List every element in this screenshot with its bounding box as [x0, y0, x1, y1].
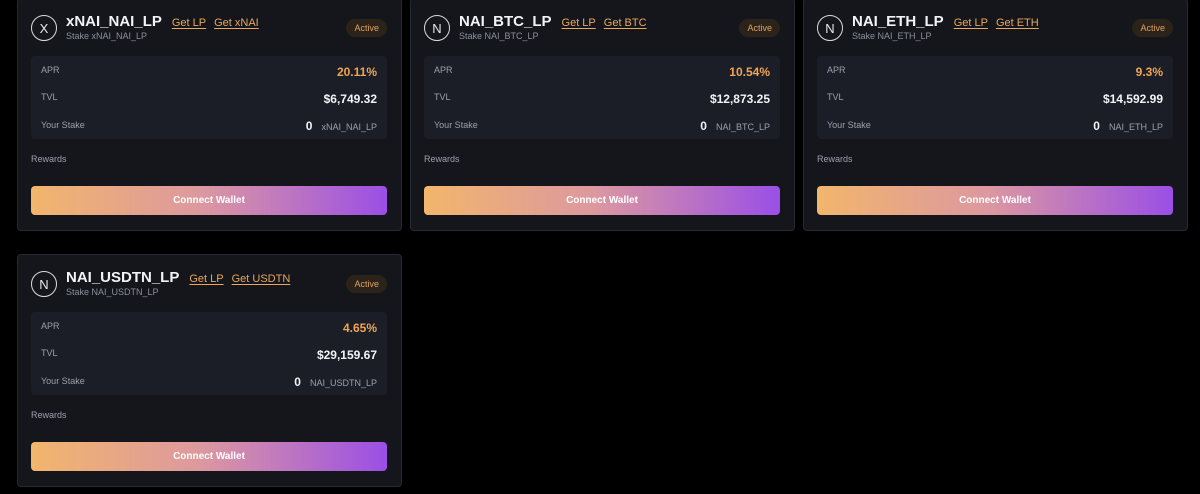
letter-circle-icon: N: [31, 271, 57, 297]
get-lp-link[interactable]: Get LP: [562, 17, 596, 29]
get-token-link[interactable]: Get ETH: [996, 17, 1039, 29]
your-stake-label: Your Stake: [41, 120, 85, 130]
tvl-value: $6,749.32: [323, 92, 377, 106]
pool-card-header: N NAI_ETH_LP Get LP Get ETH Stake NAI_ET…: [817, 13, 1173, 45]
pool-stats-panel: APR 9.3% TVL $14,592.99 Your Stake 0 NAI…: [817, 56, 1173, 139]
tvl-label: TVL: [41, 348, 58, 358]
pool-title: xNAI_NAI_LP: [66, 13, 162, 30]
letter-circle-icon: N: [424, 15, 450, 41]
tvl-value: $29,159.67: [316, 348, 377, 362]
apr-label: APR: [41, 321, 60, 331]
pool-subtitle: Stake xNAI_NAI_LP: [66, 31, 148, 41]
status-badge: Active: [346, 275, 387, 293]
your-stake-label: Your Stake: [434, 120, 478, 130]
your-stake-label: Your Stake: [41, 376, 85, 386]
get-lp-link[interactable]: Get LP: [954, 17, 988, 29]
your-stake-value: 0 NAI_USDTN_LP: [294, 375, 377, 389]
get-lp-link[interactable]: Get LP: [172, 17, 206, 29]
stake-token: NAI_ETH_LP: [1108, 122, 1163, 132]
stake-amount: 0: [700, 119, 707, 133]
apr-value: 10.54%: [729, 65, 770, 79]
connect-wallet-button[interactable]: Connect Wallet: [424, 186, 780, 215]
pool-subtitle: Stake NAI_BTC_LP: [459, 31, 539, 41]
connect-wallet-button[interactable]: Connect Wallet: [31, 442, 387, 471]
your-stake-value: 0 xNAI_NAI_LP: [306, 119, 377, 133]
pool-title-row: NAI_BTC_LP Get LP Get BTC: [459, 13, 647, 30]
get-lp-link[interactable]: Get LP: [189, 273, 223, 285]
stake-token: NAI_BTC_LP: [715, 122, 770, 132]
stake-amount: 0: [294, 375, 301, 389]
pool-grid: X xNAI_NAI_LP Get LP Get xNAI Stake xNAI…: [0, 0, 1200, 494]
apr-label: APR: [41, 65, 60, 75]
pool-title-row: NAI_USDTN_LP Get LP Get USDTN: [66, 269, 290, 286]
pool-card: N NAI_USDTN_LP Get LP Get USDTN Stake NA…: [17, 254, 402, 487]
tvl-label: TVL: [827, 92, 844, 102]
get-token-link[interactable]: Get USDTN: [232, 273, 291, 285]
pool-card: N NAI_ETH_LP Get LP Get ETH Stake NAI_ET…: [803, 0, 1188, 231]
stake-amount: 0: [1093, 119, 1100, 133]
pool-title: NAI_USDTN_LP: [66, 269, 180, 286]
stake-token: NAI_USDTN_LP: [309, 378, 377, 388]
rewards-label: Rewards: [31, 154, 67, 164]
apr-value: 20.11%: [336, 65, 377, 79]
your-stake-value: 0 NAI_BTC_LP: [700, 119, 770, 133]
apr-label: APR: [434, 65, 453, 75]
rewards-label: Rewards: [31, 410, 67, 420]
rewards-label: Rewards: [817, 154, 853, 164]
apr-label: APR: [827, 65, 846, 75]
connect-wallet-button[interactable]: Connect Wallet: [817, 186, 1173, 215]
status-badge: Active: [1132, 19, 1173, 37]
connect-wallet-button[interactable]: Connect Wallet: [31, 186, 387, 215]
your-stake-value: 0 NAI_ETH_LP: [1093, 119, 1163, 133]
pool-stats-panel: APR 20.11% TVL $6,749.32 Your Stake 0 xN…: [31, 56, 387, 139]
pool-subtitle: Stake NAI_USDTN_LP: [66, 287, 159, 297]
pool-card: X xNAI_NAI_LP Get LP Get xNAI Stake xNAI…: [17, 0, 402, 231]
pool-stats-panel: APR 10.54% TVL $12,873.25 Your Stake 0 N…: [424, 56, 780, 139]
tvl-value: $14,592.99: [1102, 92, 1163, 106]
apr-value: 4.65%: [342, 321, 377, 335]
pool-card: N NAI_BTC_LP Get LP Get BTC Stake NAI_BT…: [410, 0, 795, 231]
get-token-link[interactable]: Get BTC: [604, 17, 647, 29]
pool-title-row: xNAI_NAI_LP Get LP Get xNAI: [66, 13, 259, 30]
pool-stats-panel: APR 4.65% TVL $29,159.67 Your Stake 0 NA…: [31, 312, 387, 395]
letter-circle-icon: N: [817, 15, 843, 41]
pool-title: NAI_ETH_LP: [852, 13, 944, 30]
pool-title: NAI_BTC_LP: [459, 13, 552, 30]
rewards-label: Rewards: [424, 154, 460, 164]
apr-value: 9.3%: [1135, 65, 1163, 79]
status-badge: Active: [346, 19, 387, 37]
tvl-value: $12,873.25: [709, 92, 770, 106]
your-stake-label: Your Stake: [827, 120, 871, 130]
letter-circle-icon: X: [31, 15, 57, 41]
pool-card-header: X xNAI_NAI_LP Get LP Get xNAI Stake xNAI…: [31, 13, 387, 45]
stake-amount: 0: [305, 119, 313, 133]
pool-title-row: NAI_ETH_LP Get LP Get ETH: [852, 13, 1039, 30]
stake-token: xNAI_NAI_LP: [321, 122, 377, 132]
tvl-label: TVL: [434, 92, 451, 102]
get-token-link[interactable]: Get xNAI: [214, 17, 259, 29]
pool-card-header: N NAI_BTC_LP Get LP Get BTC Stake NAI_BT…: [424, 13, 780, 45]
pool-subtitle: Stake NAI_ETH_LP: [852, 31, 932, 41]
tvl-label: TVL: [41, 92, 58, 102]
status-badge: Active: [739, 19, 780, 37]
pool-card-header: N NAI_USDTN_LP Get LP Get USDTN Stake NA…: [31, 269, 387, 301]
